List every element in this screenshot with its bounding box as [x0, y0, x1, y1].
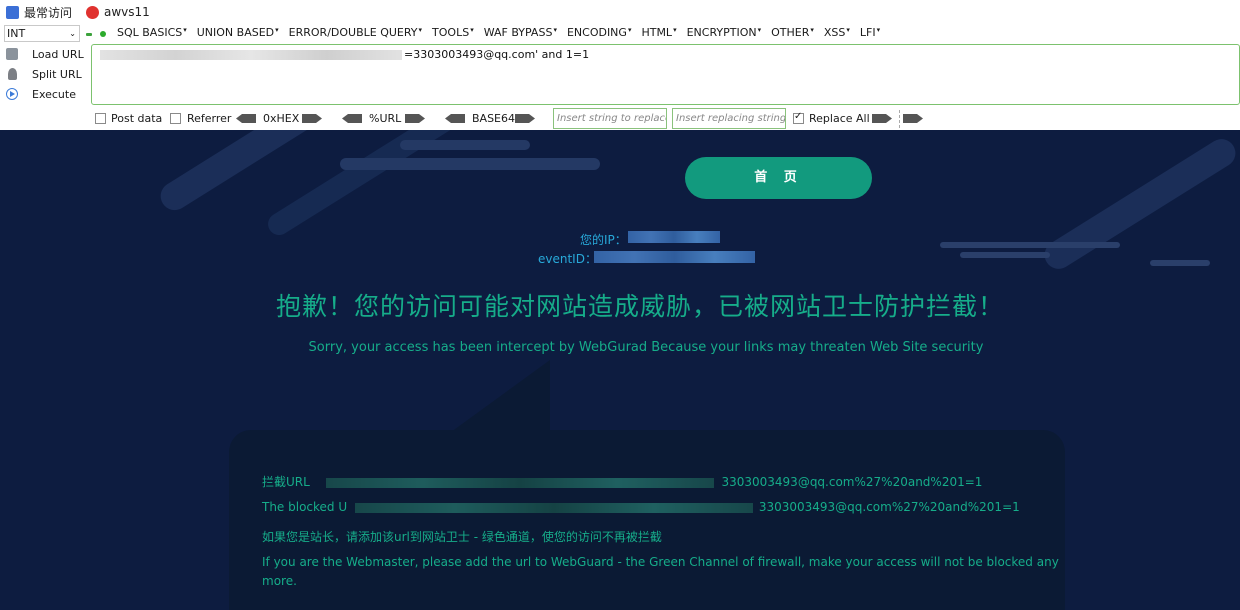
url-encode-label: %URL — [369, 112, 402, 125]
menu-html[interactable]: HTML — [641, 26, 676, 39]
event-id-label: eventID： — [538, 252, 597, 266]
decor-streak — [155, 130, 425, 216]
post-data-checkbox[interactable] — [95, 113, 106, 124]
url-visible-text: =3303003493@qq.com' and 1=1 — [404, 48, 590, 61]
replace-all-checkbox[interactable] — [793, 111, 804, 124]
decor-streak — [960, 252, 1050, 258]
home-button[interactable]: 首 页 — [685, 157, 872, 199]
menu-encryption[interactable]: ENCRYPTION — [687, 26, 762, 39]
load-url-button[interactable]: Load URL — [4, 44, 90, 64]
blocked-url-en-tail: 3303003493@qq.com%27%20and%201=1 — [758, 500, 1020, 514]
blocked-url-en-label: The blocked U — [262, 500, 348, 514]
base64-decode-arrow-icon[interactable] — [445, 114, 465, 123]
webmaster-cn-line: 如果您是站长，请添加该url到网站卫士 - 绿色通道，使您的访问不再被拦截 — [262, 530, 662, 544]
menu-union-based[interactable]: UNION BASED — [197, 26, 279, 39]
blocked-url-cn-tail: 3303003493@qq.com%27%20and%201=1 — [721, 475, 983, 489]
divider — [899, 110, 900, 128]
redacted-blocked-url — [325, 477, 714, 488]
execute-label: Execute — [32, 87, 76, 101]
referrer-checkbox[interactable] — [170, 113, 181, 124]
referrer-label: Referrer — [187, 112, 232, 125]
base64-label: BASE64 — [472, 112, 516, 125]
bubble-tail — [440, 360, 550, 440]
block-title-en: Sorry, your access has been intercept by… — [308, 340, 984, 355]
menu-xss[interactable]: XSS — [824, 26, 850, 39]
bookmark-awvs11[interactable]: awvs11 — [86, 5, 150, 19]
blocked-page: 首 页 您的IP： eventID： 抱歉！您的访问可能对网站造成威胁，已被网站… — [0, 130, 1240, 610]
ip-label: 您的IP： — [580, 233, 627, 247]
url-decode-arrow-icon[interactable] — [342, 114, 362, 123]
block-title-cn: 抱歉！您的访问可能对网站造成威胁，已被网站卫士防护拦截！ — [275, 292, 1004, 321]
select-value: INT — [7, 27, 26, 40]
hex-decode-arrow-icon[interactable] — [236, 114, 256, 123]
url-encode-arrow-icon[interactable] — [405, 114, 425, 123]
bookmark-label: awvs11 — [104, 5, 150, 19]
blocked-url-cn-label: 拦截URL — [262, 475, 310, 489]
hackbar-panel: INT ⌄ SQL BASICS UNION BASED ERROR/DOUBL… — [0, 24, 1240, 130]
menu-other[interactable]: OTHER — [771, 26, 814, 39]
replace-string-input[interactable]: Insert string to replace — [553, 108, 667, 129]
hackbar-side-buttons: Load URL Split URL Execute — [4, 44, 90, 104]
menu-encoding[interactable]: ENCODING — [567, 26, 632, 39]
hackbar-menu: SQL BASICS UNION BASED ERROR/DOUBLE QUER… — [117, 26, 890, 39]
menu-waf-bypass[interactable]: WAF BYPASS — [484, 26, 557, 39]
blocked-url-cn-line: 拦截URL 3303003493@qq.com%27%20and%201=1 — [262, 473, 982, 490]
redacted-url-part — [100, 50, 402, 60]
hex-encode-arrow-icon[interactable] — [302, 114, 322, 123]
encoding-type-select[interactable]: INT ⌄ — [4, 25, 80, 42]
menu-lfi[interactable]: LFI — [860, 26, 880, 39]
url-textarea[interactable]: =3303003493@qq.com' and 1=1 — [91, 44, 1240, 105]
redacted-event-id — [594, 251, 755, 263]
bookmark-most-visited[interactable]: 最常访问 — [6, 4, 72, 21]
hackbar-options-row: Post data Referrer 0xHEX %URL BASE64 Ins… — [0, 108, 1240, 130]
menu-sql-basics[interactable]: SQL BASICS — [117, 26, 187, 39]
menu-error-double-query[interactable]: ERROR/DOUBLE QUERY — [289, 26, 422, 39]
status-dot-icon — [100, 31, 106, 37]
hackbar-toolbar: INT ⌄ SQL BASICS UNION BASED ERROR/DOUBL… — [0, 24, 1240, 44]
replacing-string-input[interactable]: Insert replacing string — [672, 108, 786, 129]
blocked-url-en-line: The blocked U 3303003493@qq.com%27%20and… — [262, 500, 1020, 514]
decor-streak — [1039, 133, 1240, 275]
play-icon — [6, 88, 18, 100]
decor-streak — [340, 158, 600, 170]
folder-icon — [6, 5, 19, 19]
base64-encode-arrow-icon[interactable] — [515, 114, 535, 123]
decor-streak — [1150, 260, 1210, 266]
menu-tools[interactable]: TOOLS — [432, 26, 474, 39]
awvs-icon — [86, 5, 100, 19]
redacted-blocked-url — [354, 502, 753, 513]
split-url-label: Split URL — [32, 67, 82, 81]
webmaster-en-line: If you are the Webmaster, please add the… — [262, 555, 1059, 569]
split-url-button[interactable]: Split URL — [4, 64, 90, 84]
decor-streak — [400, 140, 530, 150]
hex-label: 0xHEX — [263, 112, 300, 125]
chevron-down-icon: ⌄ — [69, 29, 76, 38]
replace-all-label: Replace All — [809, 112, 870, 125]
execute-button[interactable]: Execute — [4, 84, 90, 104]
load-url-icon — [6, 48, 18, 60]
info-panel — [229, 430, 1065, 610]
webmaster-en-line-2: more. — [262, 574, 297, 588]
minus-icon[interactable] — [86, 33, 92, 36]
split-url-icon — [8, 68, 17, 80]
decor-streak — [940, 242, 1120, 248]
replace-arrow-icon[interactable] — [872, 114, 892, 123]
load-url-label: Load URL — [32, 47, 84, 61]
bookmark-label: 最常访问 — [24, 5, 73, 20]
bookmarks-bar: 最常访问 awvs11 — [0, 0, 1240, 24]
post-data-label: Post data — [111, 112, 163, 125]
replace-reverse-arrow-icon[interactable] — [903, 114, 923, 123]
redacted-ip — [628, 231, 720, 243]
